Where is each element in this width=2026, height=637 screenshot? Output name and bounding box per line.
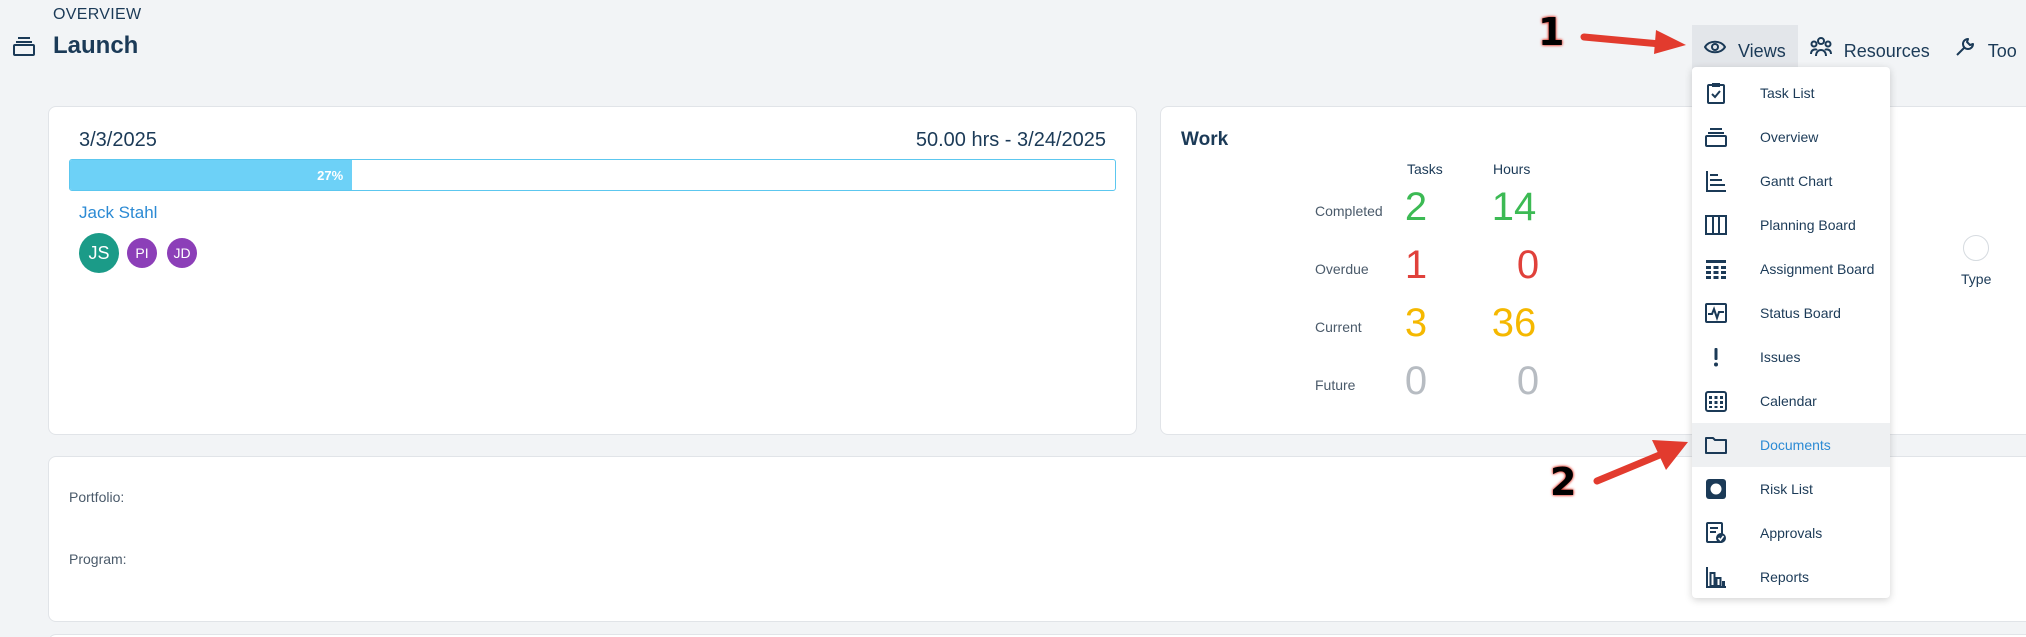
overdue-tasks[interactable]: 1 — [1386, 243, 1446, 288]
eye-icon — [1704, 40, 1726, 54]
exclamation-icon — [1705, 346, 1727, 368]
overview-stack-icon — [1705, 126, 1727, 148]
annotation-number-1: 1 — [1538, 10, 1565, 54]
future-label: Future — [1315, 377, 1356, 393]
annotation-number-2: 2 — [1550, 460, 1577, 504]
menu-item-label: Planning Board — [1760, 217, 1856, 233]
progress-fill: 27% — [70, 160, 353, 190]
risk-icon — [1705, 478, 1727, 500]
breadcrumb-section: OVERVIEW — [53, 6, 142, 23]
annotation-arrow-2 — [1593, 440, 1688, 485]
current-hours[interactable]: 36 — [1484, 301, 1544, 346]
menu-item-task-list[interactable]: Task List — [1692, 71, 1890, 115]
avatar[interactable]: JD — [167, 238, 197, 268]
menu-item-label: Documents — [1760, 437, 1831, 453]
gantt-icon — [1705, 170, 1727, 192]
menu-item-approvals[interactable]: Approvals — [1692, 511, 1890, 555]
end-info: 50.00 hrs - 3/24/2025 — [915, 129, 1106, 151]
views-nav-button[interactable]: Views — [1692, 25, 1798, 69]
tools-nav-label: Too — [1987, 40, 2017, 61]
columns-icon — [1705, 214, 1727, 236]
menu-item-label: Calendar — [1760, 393, 1817, 409]
future-tasks[interactable]: 0 — [1386, 359, 1446, 404]
bar-chart-icon — [1705, 566, 1727, 588]
resources-nav-label: Resources — [1843, 40, 1930, 61]
menu-item-label: Risk List — [1760, 481, 1813, 497]
start-date: 3/3/2025 — [79, 129, 157, 151]
tasks-column-header: Tasks — [1407, 161, 1443, 177]
menu-item-planning-board[interactable]: Planning Board — [1692, 203, 1890, 247]
wrench-icon — [1956, 38, 1974, 56]
menu-item-label: Gantt Chart — [1760, 173, 1833, 189]
calendar-icon — [1705, 390, 1727, 412]
avatar[interactable]: JS — [79, 233, 119, 273]
completed-tasks[interactable]: 2 — [1386, 185, 1446, 230]
avatar-group: JS PI JD — [79, 233, 207, 273]
menu-item-assignment-board[interactable]: Assignment Board — [1692, 247, 1890, 291]
menu-item-label: Issues — [1760, 349, 1801, 365]
pulse-icon — [1705, 302, 1727, 324]
menu-item-risk-list[interactable]: Risk List — [1692, 467, 1890, 511]
current-tasks[interactable]: 3 — [1386, 301, 1446, 346]
menu-item-label: Reports — [1760, 569, 1810, 585]
checkbox-clipboard-icon — [1705, 82, 1727, 104]
type-indicator — [1963, 235, 1989, 261]
menu-item-label: Overview — [1760, 129, 1819, 145]
menu-item-label: Approvals — [1760, 525, 1823, 541]
menu-item-label: Task List — [1760, 85, 1815, 101]
completed-hours[interactable]: 14 — [1484, 185, 1544, 230]
hours-column-header: Hours — [1493, 161, 1531, 177]
resources-nav-button[interactable]: Resources — [1798, 25, 1942, 69]
approval-icon — [1705, 522, 1727, 544]
menu-item-issues[interactable]: Issues — [1692, 335, 1890, 379]
views-dropdown-menu: Task List Overview Gantt Chart Planning … — [1692, 67, 1890, 598]
type-label: Type — [1961, 271, 1992, 287]
progress-bar: 27% — [69, 159, 1116, 191]
future-hours[interactable]: 0 — [1498, 359, 1558, 404]
tools-nav-button[interactable]: Too — [1942, 25, 2026, 69]
views-nav-label: Views — [1738, 40, 1786, 61]
menu-item-status-board[interactable]: Status Board — [1692, 291, 1890, 335]
menu-item-calendar[interactable]: Calendar — [1692, 379, 1890, 423]
progress-label: 27% — [317, 167, 344, 183]
work-card: Work Tasks Hours Completed 2 14 Overdue … — [1160, 106, 2026, 435]
summary-card: 3/3/2025 50.00 hrs - 3/24/2025 27% Jack … — [48, 106, 1137, 435]
menu-item-label: Assignment Board — [1760, 261, 1875, 277]
portfolio-label: Portfolio: — [69, 489, 125, 505]
menu-item-gantt-chart[interactable]: Gantt Chart — [1692, 159, 1890, 203]
completed-label: Completed — [1315, 203, 1383, 219]
people-icon — [1809, 37, 1832, 57]
manager-link[interactable]: Jack Stahl — [79, 203, 157, 223]
overdue-hours[interactable]: 0 — [1498, 243, 1558, 288]
top-nav: Views Resources Too — [1692, 25, 2026, 69]
menu-item-overview[interactable]: Overview — [1692, 115, 1890, 159]
menu-item-documents[interactable]: Documents — [1692, 423, 1890, 467]
work-title: Work — [1181, 129, 1229, 150]
menu-item-label: Status Board — [1760, 305, 1841, 321]
menu-item-reports[interactable]: Reports — [1692, 555, 1890, 599]
overview-stack-icon — [13, 37, 35, 56]
page-title: Launch — [53, 32, 139, 59]
program-label: Program: — [69, 551, 127, 567]
folder-icon — [1705, 434, 1727, 456]
overdue-label: Overdue — [1315, 261, 1369, 277]
current-label: Current — [1315, 319, 1362, 335]
avatar[interactable]: PI — [127, 238, 157, 268]
grid-icon — [1705, 258, 1727, 280]
annotation-arrow-1 — [1580, 30, 1686, 54]
